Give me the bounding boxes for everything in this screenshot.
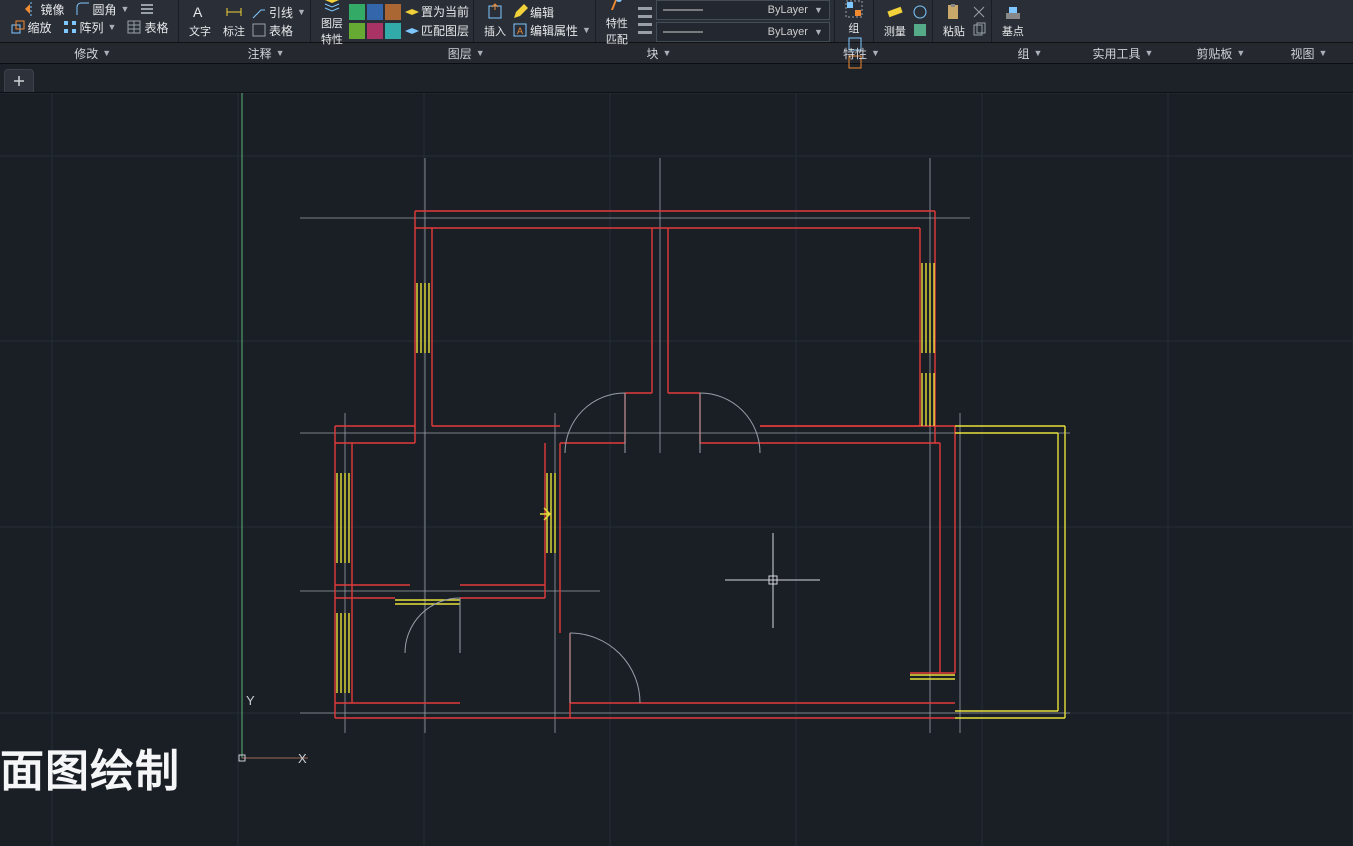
setcurrent-label[interactable]: 置为当前 <box>421 3 469 20</box>
edit-label[interactable]: 编辑 <box>530 4 554 21</box>
svg-text:Y: Y <box>246 693 255 708</box>
dim-icon <box>225 3 243 21</box>
mirror-label[interactable]: 镜像 <box>41 1 65 18</box>
measure-button[interactable]: 测量 <box>878 0 912 42</box>
windows-yellow <box>337 263 1065 718</box>
dim-button[interactable]: 标注 <box>217 0 251 42</box>
door-arcs <box>405 393 760 703</box>
watermark: 面图绘制 <box>0 735 180 799</box>
paste-button[interactable]: 粘贴 <box>937 0 971 42</box>
drawing-canvas[interactable]: Y X <box>0 93 1353 846</box>
match-props-button[interactable]: 特性 匹配 <box>600 0 634 42</box>
layer-g-icon[interactable] <box>385 23 401 39</box>
text-button[interactable]: A 文字 <box>183 0 217 42</box>
menu-icon <box>139 1 155 17</box>
panel-group: 组 <box>835 0 874 42</box>
match-icon <box>608 0 626 13</box>
tab-clip[interactable]: 剪贴板▼ <box>1177 45 1265 62</box>
editattr-icon: A <box>512 22 528 38</box>
leader-label[interactable]: 引线 <box>269 4 293 21</box>
copy-icon[interactable] <box>971 22 987 38</box>
tab-props[interactable]: 特性▼ <box>732 45 991 62</box>
base-button[interactable]: 基点 <box>996 0 1030 42</box>
mirror-icon <box>23 1 39 17</box>
layer-b-icon[interactable] <box>367 4 383 20</box>
array-label[interactable]: 阵列 <box>80 19 104 36</box>
panel-util: 测量 <box>874 0 933 42</box>
plus-icon <box>13 75 25 87</box>
layer-d-icon[interactable] <box>403 4 419 20</box>
editattr-label[interactable]: 编辑属性 <box>530 22 578 39</box>
array-icon <box>62 19 78 35</box>
layer-props-button[interactable]: 图层 特性 <box>315 0 349 42</box>
svg-text:X: X <box>298 751 307 766</box>
table2-icon <box>251 22 267 38</box>
text-icon: A <box>191 3 209 21</box>
tab-modify[interactable]: 修改▼ <box>0 45 185 62</box>
tab-layers[interactable]: 图层▼ <box>347 45 586 62</box>
panel-blocks: 插入 编辑 A编辑属性▼ <box>474 0 596 42</box>
layer-h-icon[interactable] <box>403 23 419 39</box>
group-button[interactable]: 组 <box>839 0 869 36</box>
panel-layers: 图层 特性 置为当前 匹配图层 <box>311 0 474 42</box>
svg-text:A: A <box>193 4 203 20</box>
tab-annotate[interactable]: 注释▼ <box>185 45 346 62</box>
panel-annotate: A 文字 标注 引线▼ 表格 <box>179 0 311 42</box>
insert-button[interactable]: 插入 <box>478 0 512 42</box>
chevron-down-icon[interactable]: ▼ <box>121 4 130 14</box>
crosshair-cursor <box>725 533 820 628</box>
walls-red <box>335 211 955 718</box>
table-label[interactable]: 表格 <box>144 19 168 36</box>
ribbon-tabs: 修改▼ 注释▼ 图层▼ 块▼ 特性▼ 组▼ 实用工具▼ 剪贴板▼ 视图▼ <box>0 43 1353 64</box>
panel-view: 基点 <box>992 0 1034 42</box>
fillet-icon <box>75 1 91 17</box>
tab-group[interactable]: 组▼ <box>991 45 1069 62</box>
layers-icon <box>323 0 341 13</box>
layer-a-icon[interactable] <box>349 4 365 20</box>
list-icon[interactable] <box>638 3 652 39</box>
ucs-icon: Y X <box>239 93 308 766</box>
color-selector[interactable]: ByLayer ▼ <box>656 0 830 20</box>
grid <box>0 93 1353 846</box>
panel-modify: 镜像 圆角 ▼ 缩放 阵列 ▼ 表格 <box>0 0 179 42</box>
layer-f-icon[interactable] <box>367 23 383 39</box>
tab-blocks[interactable]: 块▼ <box>586 45 733 62</box>
scale-icon <box>10 19 26 35</box>
file-tabs <box>0 64 1353 93</box>
measure-icon <box>886 3 904 21</box>
table2-label[interactable]: 表格 <box>269 22 293 39</box>
layer-e-icon[interactable] <box>349 23 365 39</box>
add-tab-button[interactable] <box>4 69 34 92</box>
edit-icon <box>512 4 528 20</box>
util-b-icon[interactable] <box>912 22 928 38</box>
tab-view[interactable]: 视图▼ <box>1265 45 1353 62</box>
panel-clip: 粘贴 <box>933 0 992 42</box>
leader-icon <box>251 4 267 20</box>
insert-icon <box>486 3 504 21</box>
table-icon <box>126 19 142 35</box>
layer-c-icon[interactable] <box>385 4 401 20</box>
paste-icon <box>945 3 963 21</box>
matchlayer-label[interactable]: 匹配图层 <box>421 22 469 39</box>
chevron-down-icon[interactable]: ▼ <box>108 22 117 32</box>
linetype-selector[interactable]: ByLayer ▼ <box>656 22 830 42</box>
panel-properties: 特性 匹配 ByLayer ▼ ByLayer ▼ <box>596 0 835 42</box>
base-icon <box>1004 3 1022 21</box>
util-a-icon[interactable] <box>912 4 928 20</box>
svg-text:A: A <box>517 26 523 36</box>
tab-util[interactable]: 实用工具▼ <box>1069 45 1177 62</box>
scale-label[interactable]: 缩放 <box>28 19 52 36</box>
group-icon <box>845 0 863 18</box>
ribbon: 镜像 圆角 ▼ 缩放 阵列 ▼ 表格 A 文字 标注 <box>0 0 1353 43</box>
fillet-label[interactable]: 圆角 <box>93 1 117 18</box>
cut-icon[interactable] <box>971 4 987 20</box>
